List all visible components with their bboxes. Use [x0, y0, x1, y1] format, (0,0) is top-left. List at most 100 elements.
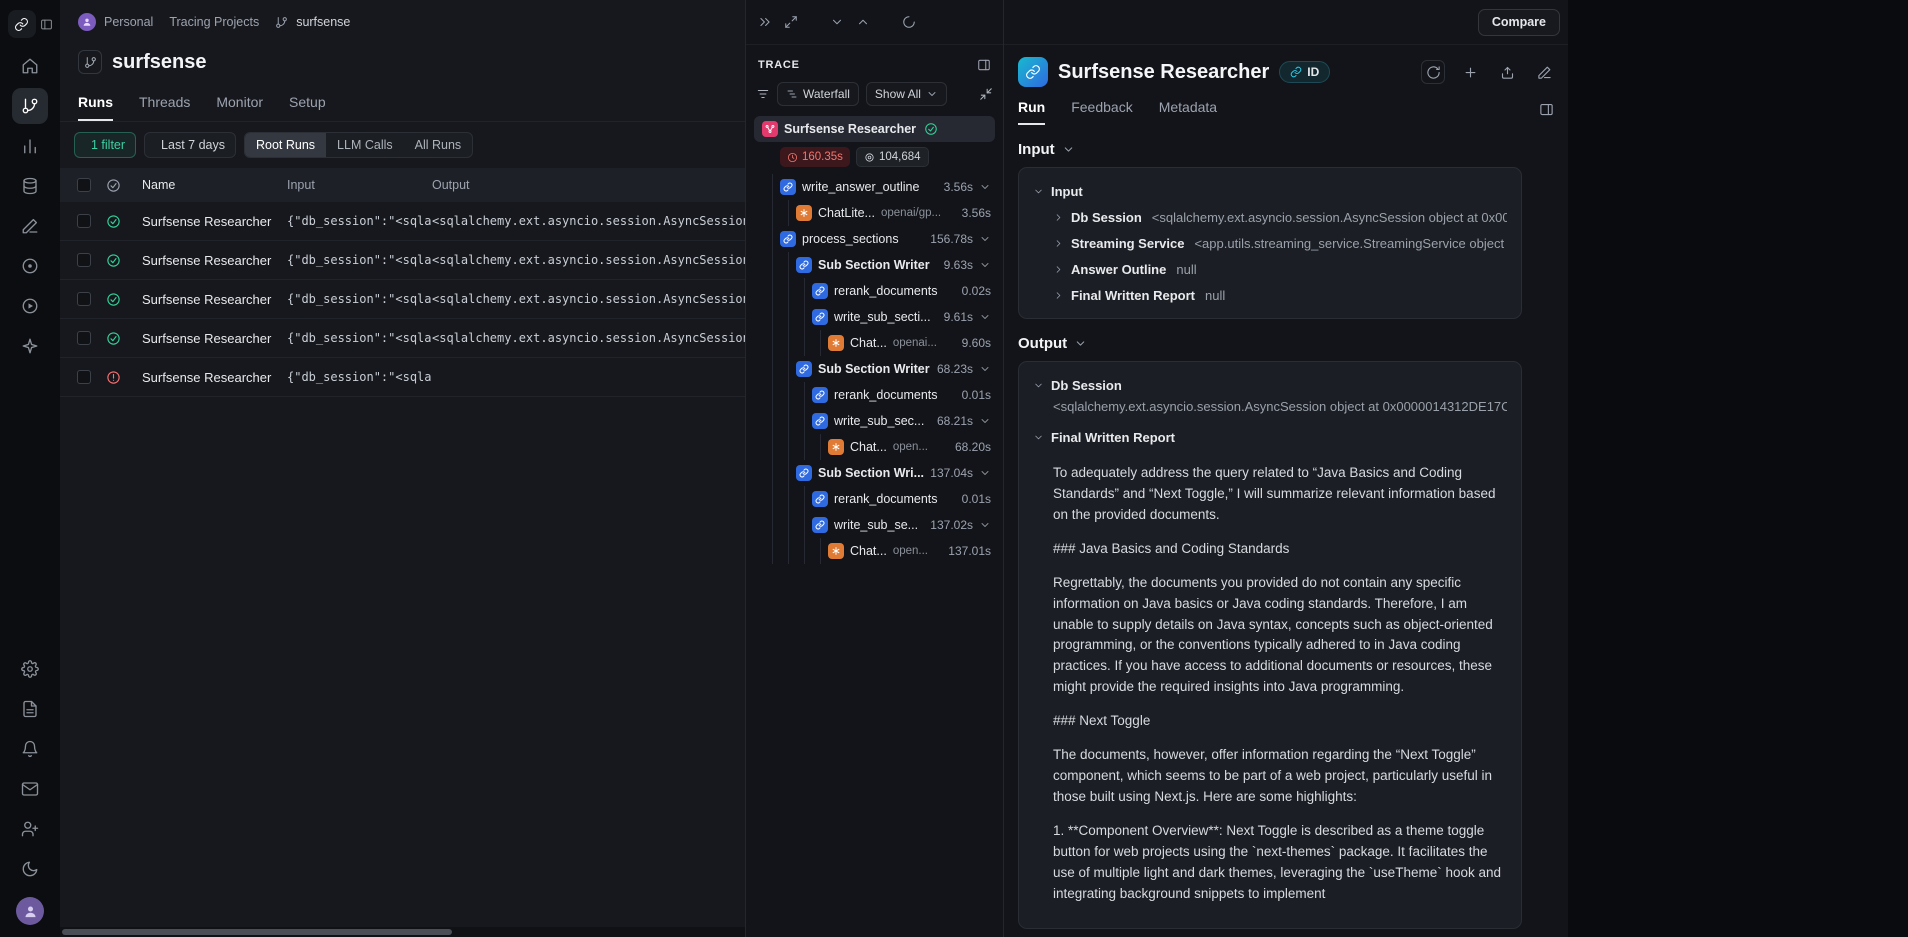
- detail-tab-run[interactable]: Run: [1018, 93, 1045, 125]
- column-header-input[interactable]: Input: [287, 178, 432, 192]
- table-row[interactable]: Surfsense Researcher {"db_session":"<sql…: [60, 358, 745, 397]
- report-paragraph: 1. **Component Overview**: Next Toggle i…: [1053, 821, 1503, 905]
- input-field-row[interactable]: Db Session<sqlalchemy.ext.asyncio.sessio…: [1033, 204, 1507, 230]
- select-all-checkbox[interactable]: [77, 178, 91, 192]
- input-field-row[interactable]: Answer Outlinenull: [1033, 256, 1507, 282]
- trace-node[interactable]: write_sub_se... 137.02s: [754, 512, 995, 538]
- input-section-toggle[interactable]: Input: [1018, 141, 1522, 158]
- tab-runs[interactable]: Runs: [78, 88, 113, 121]
- segment-llm-calls[interactable]: LLM Calls: [326, 133, 404, 157]
- rail-mail-button[interactable]: [12, 771, 48, 807]
- rail-tracing-button[interactable]: [12, 88, 48, 124]
- breadcrumb-project[interactable]: surfsense: [296, 15, 350, 29]
- show-all-dropdown[interactable]: Show All: [866, 82, 947, 106]
- trace-node[interactable]: write_sub_sec... 68.21s: [754, 408, 995, 434]
- expand-fullscreen-icon[interactable]: [784, 15, 798, 29]
- tab-setup[interactable]: Setup: [289, 88, 326, 121]
- status-column-icon[interactable]: [106, 178, 121, 193]
- row-checkbox[interactable]: [77, 214, 91, 228]
- rail-playground-button[interactable]: [12, 288, 48, 324]
- theme-icon: [21, 860, 39, 878]
- user-avatar[interactable]: [16, 897, 44, 925]
- rail-settings-button[interactable]: [12, 651, 48, 687]
- segment-all-runs[interactable]: All Runs: [404, 133, 473, 157]
- rail-theme-button[interactable]: [12, 851, 48, 887]
- column-header-output[interactable]: Output: [432, 178, 745, 192]
- breadcrumb-tracing-projects[interactable]: Tracing Projects: [169, 15, 259, 29]
- output-key-row[interactable]: Final Written Report: [1033, 424, 1507, 450]
- tab-monitor[interactable]: Monitor: [216, 88, 263, 121]
- langsmith-logo[interactable]: [8, 10, 36, 38]
- trace-node[interactable]: Sub Section Writer 9.63s: [754, 252, 995, 278]
- nav-rail: [0, 0, 60, 937]
- output-section-toggle[interactable]: Output: [1018, 335, 1522, 352]
- waterfall-view-button[interactable]: Waterfall: [777, 82, 859, 106]
- trace-node[interactable]: rerank_documents 0.01s: [754, 486, 995, 512]
- collapse-all-icon[interactable]: [979, 87, 993, 101]
- trace-node[interactable]: Chat... openai... 9.60s: [754, 330, 995, 356]
- filter-button[interactable]: 1 filter: [74, 132, 136, 158]
- rail-annotations-button[interactable]: [12, 208, 48, 244]
- chevron-right-icon: [1053, 290, 1064, 301]
- row-checkbox[interactable]: [77, 370, 91, 384]
- rail-invite-button[interactable]: [12, 811, 48, 847]
- trace-node[interactable]: Sub Section Writer 68.23s: [754, 356, 995, 382]
- horizontal-scrollbar[interactable]: [60, 927, 745, 937]
- trace-node[interactable]: Sub Section Wri... 137.04s: [754, 460, 995, 486]
- table-row[interactable]: Surfsense Researcher {"db_session":"<sql…: [60, 280, 745, 319]
- row-checkbox[interactable]: [77, 331, 91, 345]
- close-drawer-icon[interactable]: [758, 15, 772, 29]
- tree-guide-line: [772, 174, 773, 200]
- run-id-badge[interactable]: ID: [1279, 61, 1330, 83]
- trace-node[interactable]: ChatLite... openai/gp... 3.56s: [754, 200, 995, 226]
- rail-datasets-button[interactable]: [12, 168, 48, 204]
- scrollbar-thumb[interactable]: [62, 929, 452, 935]
- link-icon: [812, 491, 828, 507]
- row-checkbox[interactable]: [77, 292, 91, 306]
- tab-threads[interactable]: Threads: [139, 88, 190, 121]
- rerun-button[interactable]: [1421, 60, 1445, 84]
- trace-panel-toggle-icon[interactable]: [977, 58, 991, 72]
- sidebar-toggle-icon[interactable]: [40, 18, 53, 31]
- rail-docs-button[interactable]: [12, 691, 48, 727]
- rail-deployments-button[interactable]: [12, 328, 48, 364]
- output-key-row[interactable]: Db Session: [1033, 372, 1507, 398]
- trace-node[interactable]: write_answer_outline 3.56s: [754, 174, 995, 200]
- trace-node[interactable]: process_sections 156.78s: [754, 226, 995, 252]
- trace-node[interactable]: Chat... open... 68.20s: [754, 434, 995, 460]
- trace-node[interactable]: rerank_documents 0.02s: [754, 278, 995, 304]
- detail-panel-toggle-icon[interactable]: [1539, 102, 1554, 117]
- annotate-button[interactable]: [1532, 60, 1556, 84]
- trace-node[interactable]: write_sub_secti... 9.61s: [754, 304, 995, 330]
- check-circle-icon: [924, 122, 938, 136]
- rail-home-button[interactable]: [12, 48, 48, 84]
- trace-node[interactable]: rerank_documents 0.01s: [754, 382, 995, 408]
- rail-prompts-button[interactable]: [12, 248, 48, 284]
- breadcrumb-personal[interactable]: Personal: [104, 15, 153, 29]
- add-to-dataset-button[interactable]: [1458, 60, 1482, 84]
- rail-dashboards-button[interactable]: [12, 128, 48, 164]
- detail-tab-metadata[interactable]: Metadata: [1159, 93, 1217, 125]
- row-checkbox[interactable]: [77, 253, 91, 267]
- workspace-avatar[interactable]: [78, 13, 96, 31]
- trace-node-root[interactable]: Surfsense Researcher: [754, 116, 995, 142]
- next-run-chevron-up-icon[interactable]: [856, 15, 870, 29]
- segment-root-runs[interactable]: Root Runs: [245, 133, 326, 157]
- trace-filter-icon[interactable]: [756, 87, 770, 101]
- table-row[interactable]: Surfsense Researcher {"db_session":"<sql…: [60, 202, 745, 241]
- input-field-row[interactable]: Final Written Reportnull: [1033, 282, 1507, 308]
- column-header-name[interactable]: Name: [142, 178, 287, 192]
- link-icon: [1290, 66, 1302, 78]
- rail-top-group: [12, 48, 48, 364]
- detail-tab-feedback[interactable]: Feedback: [1071, 93, 1132, 125]
- table-row[interactable]: Surfsense Researcher {"db_session":"<sql…: [60, 319, 745, 358]
- input-root-row[interactable]: Input: [1033, 178, 1507, 204]
- compare-button[interactable]: Compare: [1478, 9, 1560, 36]
- table-row[interactable]: Surfsense Researcher {"db_session":"<sql…: [60, 241, 745, 280]
- rail-notifications-button[interactable]: [12, 731, 48, 767]
- date-range-button[interactable]: Last 7 days: [144, 132, 236, 158]
- prev-run-chevron-down-icon[interactable]: [830, 15, 844, 29]
- input-field-row[interactable]: Streaming Service<app.utils.streaming_se…: [1033, 230, 1507, 256]
- share-button[interactable]: [1495, 60, 1519, 84]
- trace-node[interactable]: Chat... open... 137.01s: [754, 538, 995, 564]
